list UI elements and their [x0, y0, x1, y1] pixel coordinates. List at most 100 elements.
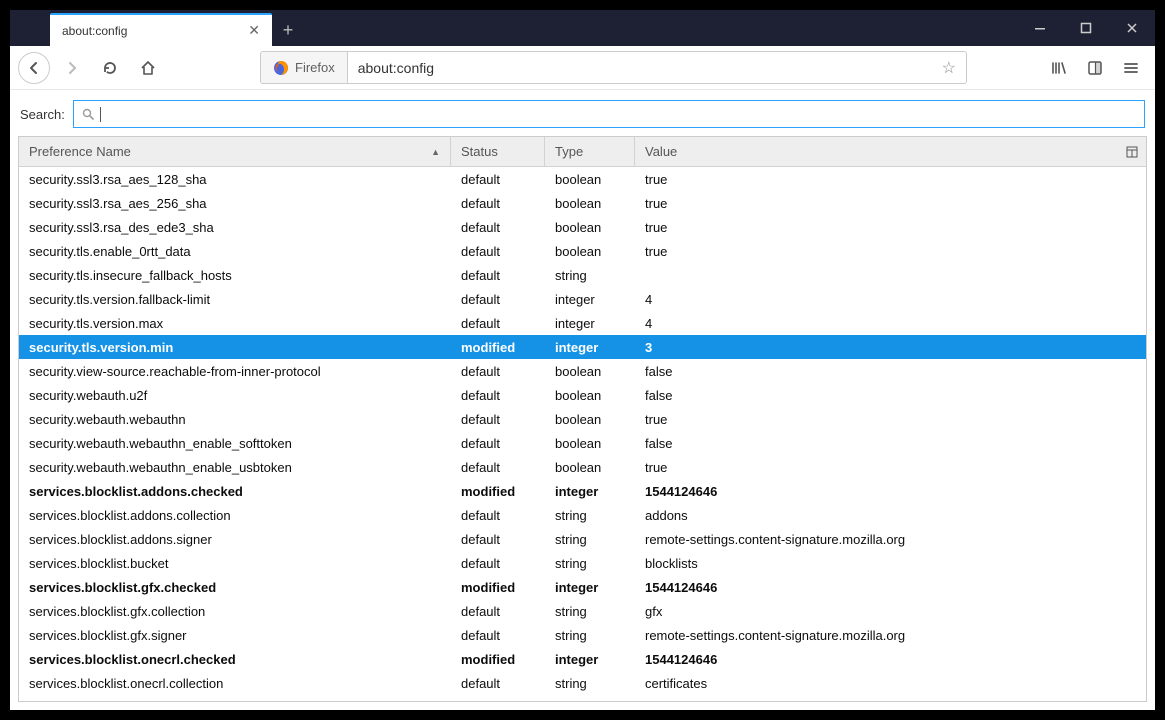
pref-status: default [451, 244, 545, 259]
pref-row[interactable]: security.webauth.u2fdefaultbooleanfalse [19, 383, 1146, 407]
pref-row[interactable]: security.view-source.reachable-from-inne… [19, 359, 1146, 383]
pref-value: gfx [635, 604, 1146, 619]
pref-value: false [635, 364, 1146, 379]
pref-row[interactable]: security.ssl3.rsa_des_ede3_shadefaultboo… [19, 215, 1146, 239]
pref-row[interactable]: services.blocklist.addons.checkedmodifie… [19, 479, 1146, 503]
column-picker-icon[interactable] [1118, 146, 1146, 158]
pref-value: true [635, 196, 1146, 211]
pref-value: 4 [635, 292, 1146, 307]
pref-name: security.webauth.u2f [19, 388, 451, 403]
pref-status: modified [451, 580, 545, 595]
tab-about-config[interactable]: about:config ✕ [50, 13, 272, 46]
pref-name: security.tls.version.min [19, 340, 451, 355]
text-caret [100, 107, 101, 122]
pref-name: security.tls.version.max [19, 316, 451, 331]
pref-type: string [545, 532, 635, 547]
maximize-button[interactable] [1063, 10, 1109, 46]
pref-status: default [451, 172, 545, 187]
close-icon[interactable]: ✕ [248, 22, 260, 39]
pref-name: services.blocklist.addons.collection [19, 508, 451, 523]
column-name[interactable]: Preference Name ▲ [19, 137, 451, 166]
pref-row[interactable]: security.webauth.webauthndefaultbooleant… [19, 407, 1146, 431]
pref-row[interactable]: security.webauth.webauthn_enable_usbtoke… [19, 455, 1146, 479]
pref-status: default [451, 628, 545, 643]
pref-status: default [451, 676, 545, 691]
pref-row[interactable]: security.tls.version.maxdefaultinteger4 [19, 311, 1146, 335]
pref-type: boolean [545, 220, 635, 235]
pref-row[interactable]: security.ssl3.rsa_aes_256_shadefaultbool… [19, 191, 1146, 215]
url-input[interactable]: about:config ☆ [348, 51, 967, 84]
pref-name: services.blocklist.bucket [19, 556, 451, 571]
pref-value: remote-settings.content-signature.mozill… [635, 532, 1146, 547]
pref-name: services.blocklist.onecrl.collection [19, 676, 451, 691]
back-button[interactable] [18, 52, 50, 84]
pref-name: services.blocklist.gfx.signer [19, 628, 451, 643]
pref-row[interactable]: services.blocklist.addons.signerdefaults… [19, 527, 1146, 551]
pref-type: integer [545, 292, 635, 307]
pref-value: addons [635, 508, 1146, 523]
pref-value: 3 [635, 340, 1146, 355]
identity-label: Firefox [295, 60, 335, 75]
forward-button[interactable] [56, 52, 88, 84]
pref-value: true [635, 460, 1146, 475]
new-tab-button[interactable]: + [272, 14, 304, 46]
column-value[interactable]: Value [635, 137, 1118, 166]
pref-type: integer [545, 340, 635, 355]
pref-type: integer [545, 652, 635, 667]
pref-name: services.blocklist.gfx.checked [19, 580, 451, 595]
search-input[interactable] [73, 100, 1145, 128]
urlbar: Firefox about:config ☆ [260, 51, 967, 84]
pref-status: default [451, 292, 545, 307]
pref-value: false [635, 388, 1146, 403]
home-button[interactable] [132, 52, 164, 84]
pref-name: security.ssl3.rsa_aes_128_sha [19, 172, 451, 187]
pref-type: string [545, 508, 635, 523]
library-button[interactable] [1043, 52, 1075, 84]
pref-row[interactable]: security.ssl3.rsa_aes_128_shadefaultbool… [19, 167, 1146, 191]
prefs-table: Preference Name ▲ Status Type Value secu… [18, 136, 1147, 702]
identity-box[interactable]: Firefox [260, 51, 348, 84]
pref-row[interactable]: security.tls.insecure_fallback_hostsdefa… [19, 263, 1146, 287]
pref-type: string [545, 268, 635, 283]
pref-value: 1544124646 [635, 652, 1146, 667]
firefox-icon [273, 60, 289, 76]
pref-name: services.blocklist.onecrl.checked [19, 652, 451, 667]
pref-row[interactable]: security.tls.version.minmodifiedinteger3 [19, 335, 1146, 359]
column-type-label: Type [555, 144, 583, 159]
pref-row[interactable]: services.blocklist.addons.collectiondefa… [19, 503, 1146, 527]
app-menu-button[interactable] [1115, 52, 1147, 84]
pref-name: services.blocklist.addons.signer [19, 532, 451, 547]
pref-value: 1544124646 [635, 580, 1146, 595]
pref-name: security.tls.enable_0rtt_data [19, 244, 451, 259]
pref-row[interactable]: services.blocklist.bucketdefaultstringbl… [19, 551, 1146, 575]
pref-name: security.webauth.webauthn_enable_softtok… [19, 436, 451, 451]
bookmark-star-icon[interactable]: ☆ [942, 58, 956, 78]
pref-name: security.ssl3.rsa_des_ede3_sha [19, 220, 451, 235]
pref-row[interactable]: services.blocklist.gfx.checkedmodifiedin… [19, 575, 1146, 599]
sidebar-button[interactable] [1079, 52, 1111, 84]
pref-row[interactable]: security.tls.version.fallback-limitdefau… [19, 287, 1146, 311]
column-type[interactable]: Type [545, 137, 635, 166]
pref-row[interactable]: services.blocklist.onecrl.collectiondefa… [19, 671, 1146, 695]
pref-name: services.blocklist.addons.checked [19, 484, 451, 499]
pref-row[interactable]: services.blocklist.onecrl.checkedmodifie… [19, 647, 1146, 671]
pref-row[interactable]: security.webauth.webauthn_enable_softtok… [19, 431, 1146, 455]
table-body[interactable]: security.ssl3.rsa_aes_128_shadefaultbool… [19, 167, 1146, 701]
reload-button[interactable] [94, 52, 126, 84]
column-value-label: Value [645, 144, 677, 159]
close-window-button[interactable] [1109, 10, 1155, 46]
minimize-button[interactable] [1017, 10, 1063, 46]
pref-row[interactable]: services.blocklist.gfx.collectiondefault… [19, 599, 1146, 623]
pref-row[interactable]: security.tls.enable_0rtt_datadefaultbool… [19, 239, 1146, 263]
pref-row[interactable]: services.blocklist.gfx.signerdefaultstri… [19, 623, 1146, 647]
pref-row[interactable]: services.blocklist.onecrl.signerdefaults… [19, 695, 1146, 701]
pref-name: services.blocklist.gfx.collection [19, 604, 451, 619]
url-text: about:config [358, 60, 942, 76]
pref-type: string [545, 700, 635, 702]
pref-status: default [451, 196, 545, 211]
pref-type: string [545, 676, 635, 691]
tab-label: about:config [62, 24, 248, 38]
column-status[interactable]: Status [451, 137, 545, 166]
pref-type: string [545, 604, 635, 619]
pref-value: true [635, 412, 1146, 427]
